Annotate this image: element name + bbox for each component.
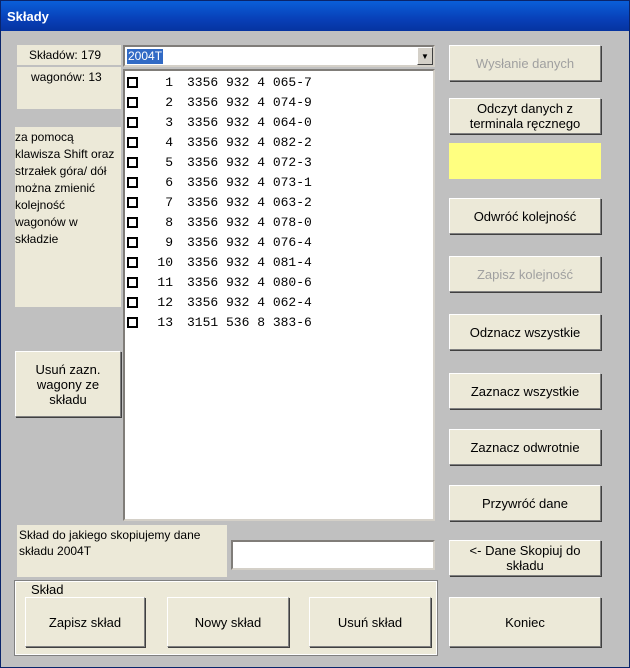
wagon-code: 3356 932 4 062-4	[187, 295, 312, 310]
wagon-checkbox[interactable]	[127, 217, 138, 228]
wagon-code: 3356 932 4 076-4	[187, 235, 312, 250]
list-item[interactable]: 11 3356 932 4 080-6	[127, 273, 427, 293]
uncheck-all-button[interactable]: Odznacz wszystkie	[449, 314, 601, 350]
wagon-code: 3356 932 4 080-6	[187, 275, 312, 290]
wagon-checkbox[interactable]	[127, 97, 138, 108]
wagon-code: 3356 932 4 082-2	[187, 135, 312, 150]
sklad-group-legend: Skład	[29, 582, 66, 597]
skladow-count-label: Składów: 179	[17, 45, 121, 65]
wagon-number: 1	[165, 75, 173, 90]
order-hint-text: za pomocą klawisza Shift oraz strzałek g…	[15, 127, 121, 307]
list-item[interactable]: 12 3356 932 4 062-4	[127, 293, 427, 313]
wagon-number: 7	[165, 195, 173, 210]
wagon-number: 9	[165, 235, 173, 250]
wagon-number: 8	[165, 215, 173, 230]
wagon-number: 6	[165, 175, 173, 190]
list-item[interactable]: 10 3356 932 4 081-4	[127, 253, 427, 273]
wagon-number: 12	[157, 295, 173, 310]
train-select-value: 2004T	[127, 49, 164, 64]
list-item[interactable]: 2 3356 932 4 074-9	[127, 93, 427, 113]
wagon-list[interactable]: 1 3356 932 4 065-7 2 3356 932 4 074-9 3 3356 …	[123, 69, 435, 521]
copy-to-train-button[interactable]: <- Dane Skopiuj do składu	[449, 540, 601, 576]
list-item[interactable]: 1 3356 932 4 065-7	[127, 73, 427, 93]
train-select[interactable]: 2004T ▼	[123, 45, 435, 67]
wagon-number: 13	[157, 315, 173, 330]
list-item[interactable]: 8 3356 932 4 078-0	[127, 213, 427, 233]
save-order-button[interactable]: Zapisz kolejność	[449, 256, 601, 292]
wagon-code: 3356 932 4 072-3	[187, 155, 312, 170]
wagon-checkbox[interactable]	[127, 177, 138, 188]
save-train-button[interactable]: Zapisz skład	[25, 597, 145, 647]
wagon-number: 3	[165, 115, 173, 130]
read-terminal-button[interactable]: Odczyt danych z terminala ręcznego	[449, 98, 601, 134]
list-item[interactable]: 4 3356 932 4 082-2	[127, 133, 427, 153]
chevron-down-icon[interactable]: ▼	[417, 47, 433, 65]
wagon-code: 3356 932 4 074-9	[187, 95, 312, 110]
wagon-checkbox[interactable]	[127, 77, 138, 88]
list-item[interactable]: 5 3356 932 4 072-3	[127, 153, 427, 173]
wagon-number: 10	[157, 255, 173, 270]
list-item[interactable]: 13 3151 536 8 383-6	[127, 313, 427, 333]
reverse-order-button[interactable]: Odwróć kolejność	[449, 198, 601, 234]
wagon-code: 3356 932 4 073-1	[187, 175, 312, 190]
wagon-checkbox[interactable]	[127, 117, 138, 128]
wagon-checkbox[interactable]	[127, 277, 138, 288]
wagon-checkbox[interactable]	[127, 257, 138, 268]
end-button[interactable]: Koniec	[449, 597, 601, 647]
wagon-number: 5	[165, 155, 173, 170]
new-train-button[interactable]: Nowy skład	[167, 597, 289, 647]
wagon-number: 11	[157, 275, 173, 290]
wagon-number: 4	[165, 135, 173, 150]
wagon-code: 3356 932 4 065-7	[187, 75, 312, 90]
list-item[interactable]: 7 3356 932 4 063-2	[127, 193, 427, 213]
list-item[interactable]: 9 3356 932 4 076-4	[127, 233, 427, 253]
copy-target-label: Skład do jakiego skopiujemy dane składu …	[17, 525, 227, 577]
wagon-checkbox[interactable]	[127, 297, 138, 308]
wagon-code: 3151 536 8 383-6	[187, 315, 312, 330]
invert-selection-button[interactable]: Zaznacz odwrotnie	[449, 429, 601, 465]
status-highlight-box	[449, 143, 601, 179]
wagon-code: 3356 932 4 063-2	[187, 195, 312, 210]
wagon-number: 2	[165, 95, 173, 110]
wagon-checkbox[interactable]	[127, 157, 138, 168]
wagon-code: 3356 932 4 078-0	[187, 215, 312, 230]
send-data-button[interactable]: Wysłanie danych	[449, 45, 601, 81]
list-item[interactable]: 3 3356 932 4 064-0	[127, 113, 427, 133]
wagon-checkbox[interactable]	[127, 317, 138, 328]
delete-train-button[interactable]: Usuń skład	[309, 597, 431, 647]
wagon-code: 3356 932 4 064-0	[187, 115, 312, 130]
copy-target-input[interactable]	[231, 540, 435, 570]
wagonow-count-label: wagonów: 13	[17, 67, 121, 109]
wagon-code: 3356 932 4 081-4	[187, 255, 312, 270]
wagon-checkbox[interactable]	[127, 137, 138, 148]
title-bar: Składy	[1, 1, 629, 31]
wagon-checkbox[interactable]	[127, 237, 138, 248]
remove-selected-wagons-button[interactable]: Usuń zazn. wagony ze składu	[15, 351, 121, 417]
list-item[interactable]: 6 3356 932 4 073-1	[127, 173, 427, 193]
restore-data-button[interactable]: Przywróć dane	[449, 485, 601, 521]
wagon-checkbox[interactable]	[127, 197, 138, 208]
window: Składy Składów: 179 wagonów: 13 za pomoc…	[0, 0, 630, 668]
window-title: Składy	[7, 9, 49, 24]
check-all-button[interactable]: Zaznacz wszystkie	[449, 373, 601, 409]
